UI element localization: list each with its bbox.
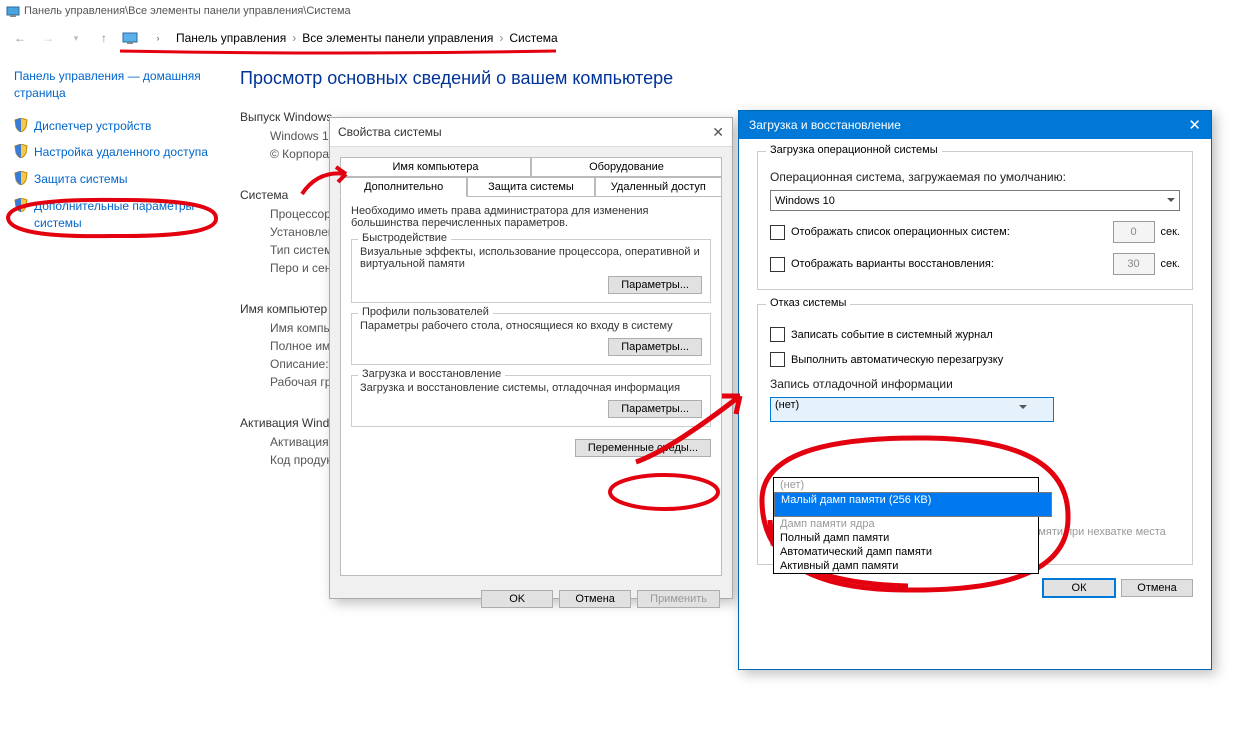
group-profiles-title: Профили пользователей xyxy=(358,306,493,318)
dialog2-cancel-button[interactable]: Отмена xyxy=(1121,579,1193,597)
log-event-checkbox[interactable] xyxy=(770,327,785,342)
system-icon xyxy=(6,4,20,18)
dump-type-select[interactable]: (нет) xyxy=(770,397,1054,422)
shield-icon xyxy=(14,144,28,158)
performance-settings-button[interactable]: Параметры... xyxy=(608,276,702,294)
sidebar-home-link[interactable]: Панель управления — домашняя страница xyxy=(14,68,224,102)
sidebar-system-protection[interactable]: Защита системы xyxy=(34,171,127,188)
show-os-list-checkbox[interactable] xyxy=(770,225,785,240)
dump-option-active[interactable]: Активный дамп памяти xyxy=(774,559,1038,573)
recovery-seconds xyxy=(1113,253,1155,275)
sidebar-device-manager[interactable]: Диспетчер устройств xyxy=(34,118,151,135)
show-os-list-label: Отображать список операционных систем: xyxy=(791,226,1107,238)
dump-info-label: Запись отладочной информации xyxy=(770,377,1180,391)
breadcrumb-all[interactable]: Все элементы панели управления xyxy=(302,31,493,45)
sidebar-remote-settings[interactable]: Настройка удаленного доступа xyxy=(34,144,208,161)
dialog-system-properties: Свойства системы ✕ Имя компьютера Оборуд… xyxy=(329,117,733,599)
tab-advanced[interactable]: Дополнительно xyxy=(340,177,467,197)
page-heading: Просмотр основных сведений о вашем компь… xyxy=(240,68,673,89)
dump-option-full[interactable]: Полный дамп памяти xyxy=(774,531,1038,545)
group-startup-title: Загрузка и восстановление xyxy=(358,368,505,380)
dump-option-kernel[interactable]: Дамп памяти ядра xyxy=(774,517,1038,531)
up-button[interactable]: ↑ xyxy=(94,28,114,48)
log-event-label: Записать событие в системный журнал xyxy=(791,329,993,341)
dialog1-apply-button: Применить xyxy=(637,590,720,608)
group-performance-desc: Визуальные эффекты, использование процес… xyxy=(360,246,702,270)
show-recovery-label: Отображать варианты восстановления: xyxy=(791,258,1107,270)
auto-restart-label: Выполнить автоматическую перезагрузку xyxy=(791,354,1003,366)
tab-hardware[interactable]: Оборудование xyxy=(531,157,722,177)
group-system-failure-title: Отказ системы xyxy=(766,297,850,309)
profiles-settings-button[interactable]: Параметры... xyxy=(608,338,702,356)
sidebar: Панель управления — домашняя страница Ди… xyxy=(0,54,234,469)
dialog1-close-button[interactable]: ✕ xyxy=(712,124,724,141)
location-icon xyxy=(122,31,140,45)
dialog1-ok-button[interactable]: OK xyxy=(481,590,553,608)
recent-dropdown[interactable]: ▾ xyxy=(66,28,86,48)
tab-remote[interactable]: Удаленный доступ xyxy=(595,177,722,197)
admin-note: Необходимо иметь права администратора дл… xyxy=(351,205,711,229)
window-titlebar: Панель управления\Все элементы панели уп… xyxy=(0,0,1255,22)
breadcrumb-cp[interactable]: Панель управления xyxy=(176,31,286,45)
dump-option-auto[interactable]: Автоматический дамп памяти xyxy=(774,545,1038,559)
default-os-label: Операционная система, загружаемая по умо… xyxy=(770,170,1180,184)
nav-bar: ← → ▾ ↑ › Панель управления› Все элемент… xyxy=(0,22,1255,54)
dialog1-title: Свойства системы xyxy=(338,125,442,139)
default-os-select[interactable]: Windows 10 xyxy=(770,190,1180,211)
startup-settings-button[interactable]: Параметры... xyxy=(608,400,702,418)
sec-label-2: сек. xyxy=(1161,258,1181,270)
dialog-startup-recovery: Загрузка и восстановление ✕ Загрузка опе… xyxy=(738,110,1212,670)
dialog1-cancel-button[interactable]: Отмена xyxy=(559,590,631,608)
back-button[interactable]: ← xyxy=(10,28,30,48)
dialog2-close-button[interactable]: ✕ xyxy=(1188,116,1201,134)
group-startup-desc: Загрузка и восстановление системы, отлад… xyxy=(360,382,702,394)
breadcrumb-system[interactable]: Система xyxy=(509,31,557,45)
env-vars-button[interactable]: Переменные среды... xyxy=(575,439,711,457)
dump-option-small[interactable]: Малый дамп памяти (256 КВ) xyxy=(774,492,1052,517)
sidebar-advanced-settings[interactable]: Дополнительные параметры системы xyxy=(34,198,224,232)
window-title: Панель управления\Все элементы панели уп… xyxy=(24,5,351,17)
group-performance-title: Быстродействие xyxy=(358,232,451,244)
shield-icon xyxy=(14,118,28,132)
location-arrow-icon: › xyxy=(148,28,168,48)
forward-button[interactable]: → xyxy=(38,28,58,48)
dump-option-none[interactable]: (нет) xyxy=(774,478,1038,492)
group-profiles-desc: Параметры рабочего стола, относящиеся ко… xyxy=(360,320,702,332)
os-list-seconds xyxy=(1113,221,1155,243)
dialog2-ok-button[interactable]: ОК xyxy=(1043,579,1115,597)
dump-type-dropdown-list: (нет) Малый дамп памяти (256 КВ) Дамп па… xyxy=(773,477,1039,574)
shield-icon xyxy=(14,198,28,212)
breadcrumb: Панель управления› Все элементы панели у… xyxy=(176,31,558,45)
shield-icon xyxy=(14,171,28,185)
dialog2-title: Загрузка и восстановление xyxy=(749,118,901,132)
tab-system-protection[interactable]: Защита системы xyxy=(467,177,594,197)
show-recovery-checkbox[interactable] xyxy=(770,257,785,272)
sec-label-1: сек. xyxy=(1161,226,1181,238)
auto-restart-checkbox[interactable] xyxy=(770,352,785,367)
tab-computer-name[interactable]: Имя компьютера xyxy=(340,157,531,177)
group-os-boot-title: Загрузка операционной системы xyxy=(766,144,942,156)
